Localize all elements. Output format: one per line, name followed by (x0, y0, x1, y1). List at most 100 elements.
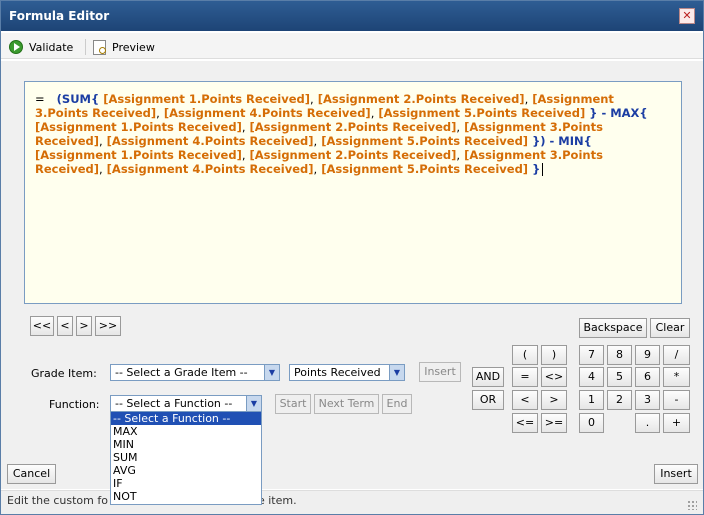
editor-panel: = (SUM{ [Assignment 1.Points Received], … (1, 61, 703, 489)
function-label: Function: (49, 398, 100, 411)
equals-button[interactable]: = (512, 367, 538, 387)
grade-item-select[interactable]: -- Select a Grade Item -- ▼ (110, 364, 280, 381)
not-equal-button[interactable]: <> (541, 367, 567, 387)
function-select[interactable]: -- Select a Function -- ▼ (110, 395, 262, 412)
paren-open-button[interactable]: ( (512, 345, 538, 365)
grade-property-select[interactable]: Points Received ▼ (289, 364, 405, 381)
digit-1-button[interactable]: 1 (579, 390, 604, 410)
formula-sep: , (156, 106, 160, 120)
digit-9-button[interactable]: 9 (635, 345, 660, 365)
digit-4-button[interactable]: 4 (579, 367, 604, 387)
and-button[interactable]: AND (472, 367, 504, 387)
clear-button[interactable]: Clear (650, 318, 690, 338)
divide-button[interactable]: / (663, 345, 690, 365)
nav-first-button[interactable]: << (30, 316, 54, 336)
digit-8-button[interactable]: 8 (607, 345, 632, 365)
function-option[interactable]: MIN (111, 438, 261, 451)
formula-ref: [Assignment 4.Points Received] (106, 162, 314, 176)
formula-ref: [Assignment 4.Points Received] (106, 134, 314, 148)
formula-sep: , (370, 106, 375, 120)
formula-sep: , (310, 92, 314, 106)
formula-sep: , (99, 162, 103, 176)
grade-item-select-value: -- Select a Grade Item -- (115, 366, 248, 379)
status-text-tail: e item. (257, 494, 297, 507)
toolbar-divider (85, 39, 86, 55)
function-start-button[interactable]: Start (275, 394, 311, 414)
subtract-button[interactable]: - (663, 390, 690, 410)
formula-sum-open: (SUM{ (56, 92, 100, 106)
formula-ref: [Assignment 2.Points Received] (249, 148, 457, 162)
backspace-button[interactable]: Backspace (579, 318, 647, 338)
validate-button[interactable]: Validate (9, 38, 73, 56)
nav-next-button[interactable]: > (76, 316, 92, 336)
formula-ref: [Assignment 1.Points Received] (35, 148, 242, 162)
cancel-button[interactable]: Cancel (7, 464, 56, 484)
formula-ref: [Assignment 1.Points Received] (103, 92, 311, 106)
decimal-point-button[interactable]: . (635, 413, 660, 433)
digit-3-button[interactable]: 3 (635, 390, 660, 410)
window-title: Formula Editor (9, 9, 110, 23)
formula-equals: = (35, 92, 45, 106)
function-next-term-button[interactable]: Next Term (314, 394, 379, 414)
formula-sep: , (99, 134, 103, 148)
status-bar: Edit the custom fo e item. (1, 490, 703, 514)
function-option[interactable]: SUM (111, 451, 261, 464)
function-option[interactable]: NOT (111, 490, 261, 503)
multiply-button[interactable]: * (663, 367, 690, 387)
function-end-button[interactable]: End (382, 394, 412, 414)
formula-min-open: }) - MIN{ (532, 134, 592, 148)
chevron-down-icon: ▼ (389, 365, 404, 380)
nav-last-button[interactable]: >> (95, 316, 121, 336)
play-icon (9, 40, 23, 54)
text-caret (542, 163, 544, 176)
formula-input[interactable]: = (SUM{ [Assignment 1.Points Received], … (24, 81, 682, 304)
add-button[interactable]: + (663, 413, 690, 433)
formula-ref: [Assignment 4.Points Received] (163, 106, 371, 120)
formula-editor-window: Formula Editor ✕ Validate Preview = (SUM… (0, 0, 704, 515)
formula-sep: , (313, 134, 318, 148)
chevron-down-icon: ▼ (264, 365, 279, 380)
greater-than-button[interactable]: > (541, 390, 567, 410)
formula-sep: , (313, 162, 318, 176)
less-than-button[interactable]: < (512, 390, 538, 410)
function-option[interactable]: IF (111, 477, 261, 490)
formula-sep: , (524, 92, 529, 106)
formula-ref: [Assignment 5.Points Received] (321, 162, 529, 176)
resize-grip-icon[interactable] (687, 500, 697, 510)
close-icon[interactable]: ✕ (679, 8, 695, 24)
nav-prev-button[interactable]: < (57, 316, 73, 336)
function-option[interactable]: -- Select a Function -- (111, 412, 261, 425)
formula-sep: , (241, 148, 246, 162)
formula-sep: , (456, 120, 461, 134)
chevron-down-icon: ▼ (246, 396, 261, 411)
validate-label: Validate (29, 40, 74, 54)
greater-equal-button[interactable]: >= (541, 413, 567, 433)
digit-6-button[interactable]: 6 (635, 367, 660, 387)
formula-max-open: } - MAX{ (589, 106, 648, 120)
less-equal-button[interactable]: <= (512, 413, 538, 433)
or-button[interactable]: OR (472, 390, 504, 410)
digit-2-button[interactable]: 2 (607, 390, 632, 410)
formula-ref: [Assignment 5.Points Received] (321, 134, 529, 148)
preview-label: Preview (112, 40, 155, 54)
function-select-value: -- Select a Function -- (115, 397, 233, 410)
toolbar: Validate Preview (1, 33, 703, 59)
insert-grade-item-button[interactable]: Insert (419, 362, 461, 382)
digit-7-button[interactable]: 7 (579, 345, 604, 365)
digit-0-button[interactable]: 0 (579, 413, 604, 433)
formula-sep: , (241, 120, 246, 134)
insert-button[interactable]: Insert (654, 464, 698, 484)
preview-icon (93, 39, 106, 55)
title-bar: Formula Editor ✕ (1, 1, 703, 31)
digit-5-button[interactable]: 5 (607, 367, 632, 387)
formula-sep: , (456, 148, 461, 162)
preview-button[interactable]: Preview (93, 38, 155, 56)
status-text: Edit the custom fo (7, 494, 108, 507)
formula-ref: [Assignment 2.Points Received] (317, 92, 525, 106)
function-option[interactable]: MAX (111, 425, 261, 438)
function-option[interactable]: AVG (111, 464, 261, 477)
grade-item-label: Grade Item: (31, 367, 97, 380)
function-dropdown-list[interactable]: -- Select a Function -- MAX MIN SUM AVG … (110, 411, 262, 505)
paren-close-button[interactable]: ) (541, 345, 567, 365)
formula-ref: [Assignment 2.Points Received] (249, 120, 457, 134)
